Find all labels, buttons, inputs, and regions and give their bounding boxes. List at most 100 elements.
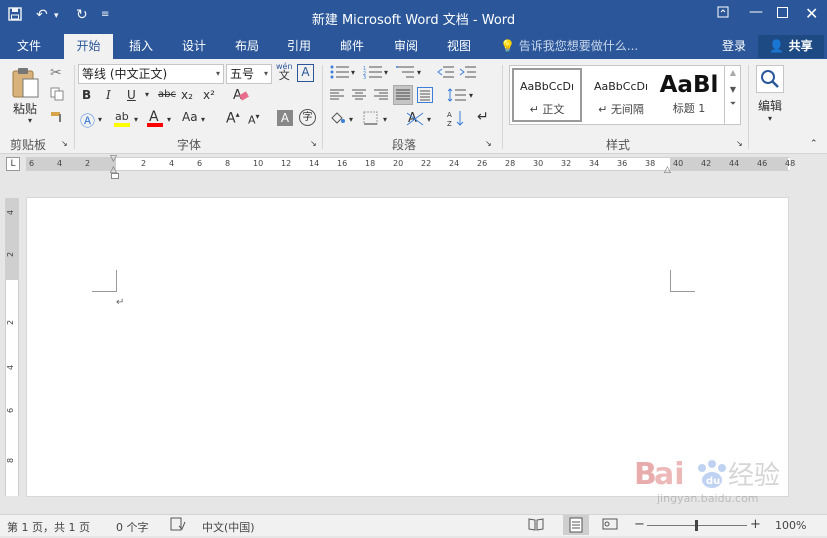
word-count[interactable]: 0 个字: [116, 519, 149, 535]
search-icon[interactable]: [756, 65, 784, 93]
strikethrough-button[interactable]: abc: [158, 89, 176, 100]
vertical-ruler[interactable]: 4 2 2 4 6 8: [5, 198, 19, 496]
decrease-indent-icon[interactable]: [437, 65, 455, 82]
tab-file[interactable]: 文件: [5, 34, 53, 59]
tab-mailings[interactable]: 邮件: [329, 34, 375, 59]
shading-dropdown-icon[interactable]: ▾: [349, 115, 353, 124]
minimize-button[interactable]: —: [749, 4, 763, 20]
tab-references[interactable]: 引用: [276, 34, 322, 59]
justify-button[interactable]: [393, 85, 413, 105]
grow-font-icon[interactable]: A▴: [226, 110, 240, 127]
align-left-icon[interactable]: [329, 89, 345, 104]
borders-dropdown-icon[interactable]: ▾: [383, 115, 387, 124]
borders-icon[interactable]: [363, 111, 379, 128]
character-shading-icon[interactable]: A: [277, 110, 293, 126]
language-indicator[interactable]: 中文(中国): [202, 519, 255, 535]
collapse-ribbon-icon[interactable]: ⌃: [810, 139, 818, 149]
gallery-down-icon[interactable]: ▼: [725, 85, 741, 94]
line-spacing-icon[interactable]: [447, 87, 467, 106]
share-button[interactable]: 👤 共享: [758, 35, 824, 58]
bullets-icon[interactable]: [330, 65, 350, 82]
underline-button[interactable]: U: [127, 88, 136, 102]
style-no-spacing[interactable]: AaBbCcDı ↵ 无间隔: [586, 68, 656, 122]
print-layout-icon[interactable]: [563, 515, 589, 535]
multilevel-dropdown-icon[interactable]: ▾: [417, 68, 421, 77]
proofing-icon[interactable]: [170, 517, 186, 534]
zoom-in-button[interactable]: +: [750, 517, 761, 532]
paste-label[interactable]: 粘贴: [13, 100, 37, 117]
tab-layout[interactable]: 布局: [224, 34, 270, 59]
gallery-more-icon[interactable]: ⏷: [725, 99, 741, 109]
tab-review[interactable]: 审阅: [383, 34, 429, 59]
tab-view[interactable]: 视图: [436, 34, 482, 59]
font-launcher-icon[interactable]: ↘: [310, 139, 317, 148]
style-normal[interactable]: AaBbCcDı ↵ 正文: [512, 68, 582, 122]
font-color-dropdown-icon[interactable]: ▾: [167, 115, 171, 124]
change-case-dropdown-icon[interactable]: ▾: [201, 115, 205, 124]
sign-in-link[interactable]: 登录: [722, 34, 746, 58]
numbering-icon[interactable]: 123: [363, 65, 383, 82]
copy-icon[interactable]: [50, 87, 64, 104]
tab-insert[interactable]: 插入: [118, 34, 164, 59]
close-button[interactable]: ✕: [805, 4, 818, 23]
increase-indent-icon[interactable]: [459, 65, 477, 82]
superscript-button[interactable]: x²: [203, 88, 215, 102]
italic-button[interactable]: I: [106, 88, 111, 102]
bold-button[interactable]: B: [82, 88, 91, 102]
tab-design[interactable]: 设计: [171, 34, 217, 59]
tab-selector-icon[interactable]: L: [6, 157, 20, 171]
zoom-level[interactable]: 100%: [775, 519, 806, 532]
style-heading-1[interactable]: AaBl 标题 1: [658, 68, 720, 122]
multilevel-list-icon[interactable]: [396, 65, 416, 82]
clipboard-launcher-icon[interactable]: ↘: [61, 139, 68, 148]
format-painter-icon[interactable]: [50, 110, 66, 127]
shading-icon[interactable]: [329, 110, 347, 129]
align-center-icon[interactable]: [351, 89, 367, 104]
font-name-select[interactable]: 等线 (中文正文) ▾: [78, 64, 224, 84]
numbering-dropdown-icon[interactable]: ▾: [384, 68, 388, 77]
zoom-out-button[interactable]: −: [634, 517, 645, 532]
asian-layout-dropdown-icon[interactable]: ▾: [427, 115, 431, 124]
tab-home[interactable]: 开始: [64, 34, 113, 59]
document-page[interactable]: ↵: [26, 197, 789, 497]
first-line-indent-marker[interactable]: ▽: [110, 154, 117, 164]
clear-formatting-icon[interactable]: A: [232, 86, 250, 105]
subscript-button[interactable]: x₂: [181, 88, 193, 102]
highlight-dropdown-icon[interactable]: ▾: [134, 115, 138, 124]
bullets-dropdown-icon[interactable]: ▾: [351, 68, 355, 77]
editing-dropdown-icon[interactable]: ▾: [768, 114, 772, 123]
shrink-font-icon[interactable]: A▾: [248, 112, 260, 127]
page-count[interactable]: 第 1 页，共 1 页: [7, 519, 90, 535]
highlight-icon[interactable]: ab: [113, 108, 131, 131]
sort-icon[interactable]: AZ: [447, 109, 467, 130]
line-spacing-dropdown-icon[interactable]: ▾: [469, 91, 473, 100]
font-color-icon[interactable]: A: [146, 108, 164, 131]
gallery-up-icon[interactable]: ▲: [725, 68, 741, 77]
horizontal-ruler[interactable]: 6 4 2 2 4 6 8 10 12 14 16 18 20 22 24 26 28 30 32 34 36 38 40 4…: [26, 157, 795, 171]
character-border-icon[interactable]: A: [297, 64, 314, 82]
styles-launcher-icon[interactable]: ↘: [736, 139, 743, 148]
distributed-align-icon[interactable]: [417, 87, 433, 106]
web-layout-icon[interactable]: [602, 517, 618, 534]
paragraph-launcher-icon[interactable]: ↘: [485, 139, 492, 148]
right-indent-marker[interactable]: △: [664, 165, 671, 175]
zoom-slider-thumb[interactable]: [695, 520, 698, 531]
enclose-characters-icon[interactable]: 字: [299, 109, 316, 126]
text-effects-dropdown-icon[interactable]: ▾: [98, 115, 102, 124]
phonetic-guide-icon[interactable]: wén 文: [276, 62, 293, 81]
ribbon-display-options-icon[interactable]: [717, 6, 729, 22]
maximize-button[interactable]: [777, 6, 788, 22]
change-case-button[interactable]: Aa: [182, 110, 198, 124]
paste-icon[interactable]: [10, 65, 42, 103]
asian-layout-icon[interactable]: A: [406, 109, 424, 130]
show-hide-marks-icon[interactable]: ↵: [477, 109, 489, 125]
text-effects-icon[interactable]: Ⓐ: [80, 110, 95, 131]
paste-dropdown-icon[interactable]: ▾: [28, 116, 32, 125]
font-size-select[interactable]: 五号 ▾: [226, 64, 272, 84]
left-indent-marker[interactable]: [111, 173, 119, 179]
align-right-icon[interactable]: [373, 89, 389, 104]
cut-icon[interactable]: ✂: [50, 65, 62, 81]
tell-me-box[interactable]: 💡 告诉我您想要做什么...: [500, 34, 638, 59]
editing-label[interactable]: 编辑: [758, 97, 782, 114]
read-mode-icon[interactable]: [528, 517, 544, 534]
